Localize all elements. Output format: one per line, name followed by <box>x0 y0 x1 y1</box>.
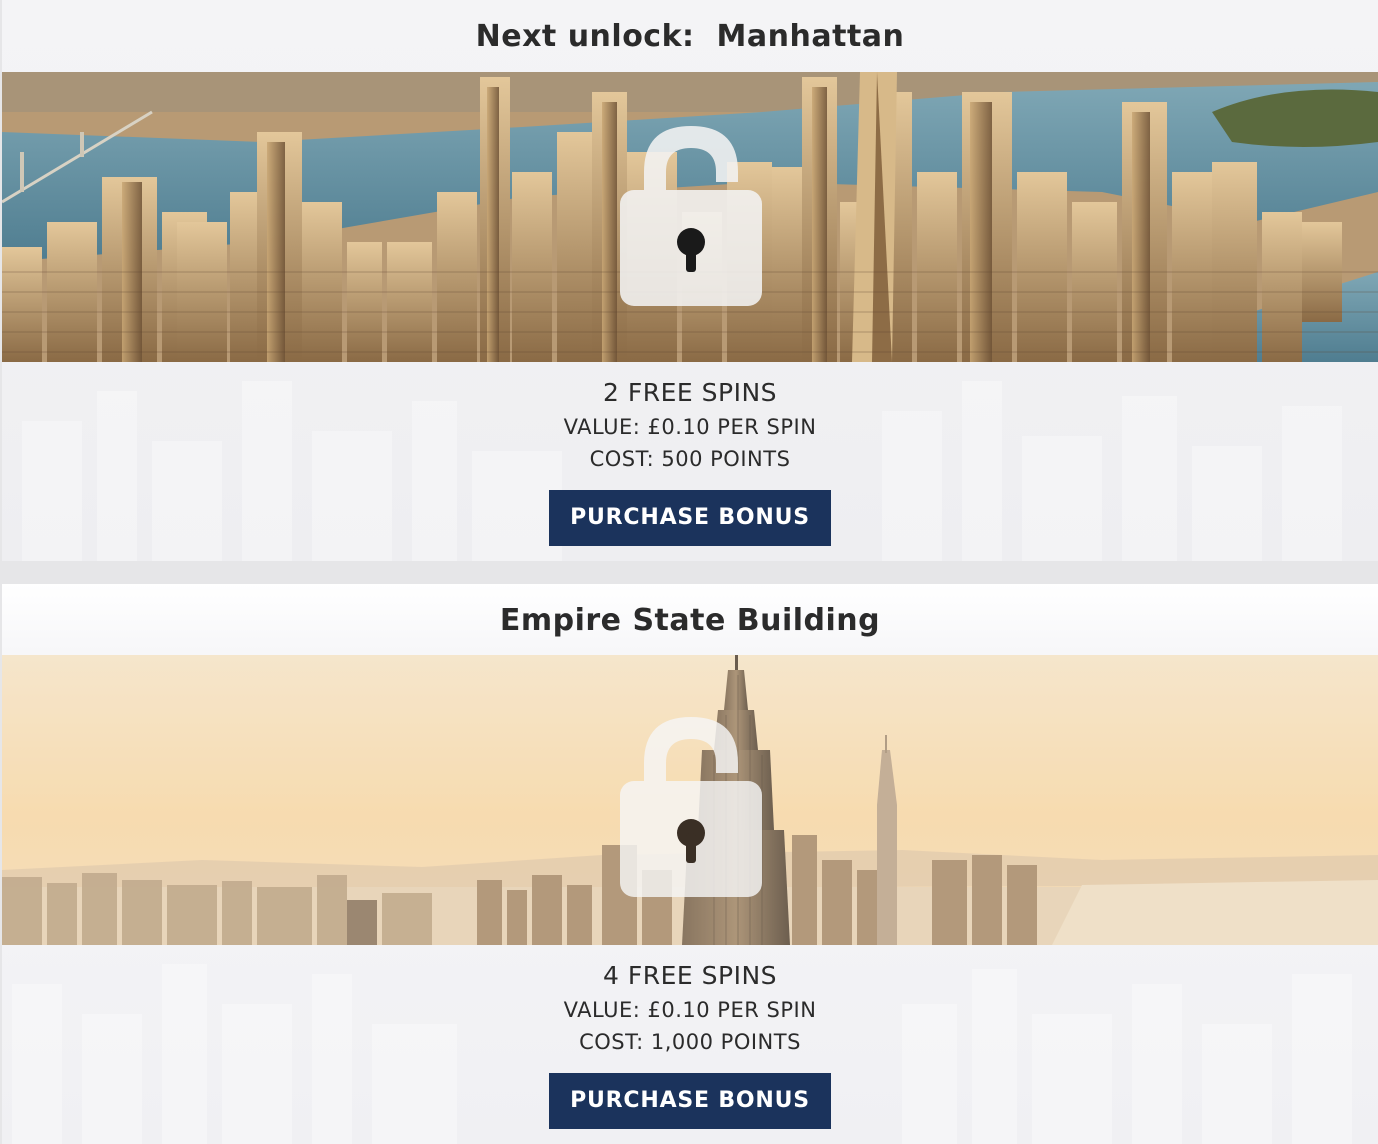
location-name: Manhattan <box>716 18 905 54</box>
purchase-bonus-button[interactable]: PURCHASE BONUS <box>549 490 831 546</box>
points-cost: COST: 500 POINTS <box>589 447 791 471</box>
spin-value: VALUE: £0.10 PER SPIN <box>563 998 817 1022</box>
bonus-store-page: Next unlock: Manhattan 2 FREE SPINS VALU… <box>0 0 1378 1144</box>
bonus-details: 2 FREE SPINS VALUE: £0.10 PER SPIN COST:… <box>2 362 1378 546</box>
bonus-card-empire-state-building: Empire State Building 4 FREE SPINS VALUE… <box>2 584 1378 1144</box>
bonus-card-manhattan: Next unlock: Manhattan 2 FREE SPINS VALU… <box>2 0 1378 561</box>
bonus-details: 4 FREE SPINS VALUE: £0.10 PER SPIN COST:… <box>2 945 1378 1129</box>
next-unlock-label: Next unlock: <box>475 18 695 54</box>
purchase-bonus-button[interactable]: PURCHASE BONUS <box>549 1073 831 1129</box>
points-cost: COST: 1,000 POINTS <box>579 1030 801 1054</box>
free-spins-count: 4 FREE SPINS <box>602 961 778 990</box>
card-title: Next unlock: Manhattan <box>2 0 1378 72</box>
padlock-icon <box>620 717 762 897</box>
location-name: Empire State Building <box>499 602 881 638</box>
padlock-icon <box>620 126 762 306</box>
location-banner-empire-state <box>2 655 1378 945</box>
free-spins-count: 2 FREE SPINS <box>602 378 778 407</box>
spin-value: VALUE: £0.10 PER SPIN <box>563 415 817 439</box>
location-banner-manhattan <box>2 72 1378 362</box>
card-title: Empire State Building <box>2 584 1378 656</box>
